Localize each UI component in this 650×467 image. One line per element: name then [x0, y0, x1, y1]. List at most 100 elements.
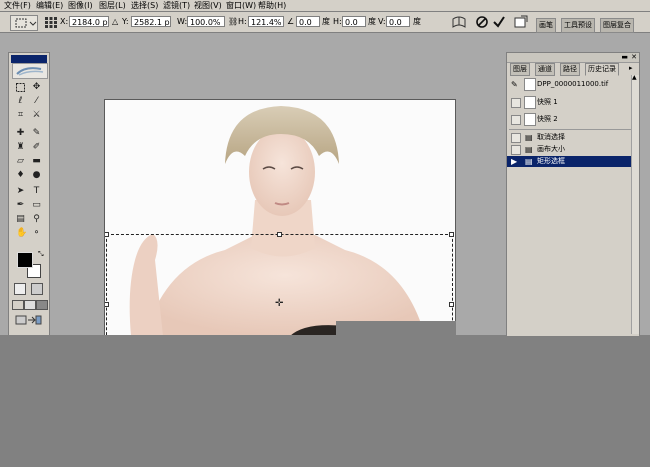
- type-tool-icon[interactable]: T: [32, 187, 41, 196]
- full-screen-mode-icon[interactable]: [36, 300, 48, 310]
- toolbox-title-bar[interactable]: [11, 55, 47, 63]
- notes-tool-icon[interactable]: ▤: [16, 215, 25, 224]
- menu-view[interactable]: 视图(V): [194, 0, 222, 11]
- cancel-transform-icon[interactable]: [475, 15, 489, 29]
- history-state-canvas-size[interactable]: ▤ 画布大小: [507, 144, 631, 155]
- h-label: H:: [238, 17, 247, 26]
- snapshot-thumbnail: [524, 78, 536, 91]
- lasso-tool-icon[interactable]: ℓ: [16, 97, 25, 106]
- commit-transform-icon[interactable]: [492, 15, 506, 29]
- warp-mode-icon[interactable]: [452, 15, 466, 29]
- zoom-tool-icon[interactable]: ⚬: [32, 229, 41, 238]
- file-browser-icon[interactable]: [513, 15, 529, 29]
- history-source-checkbox[interactable]: [511, 133, 521, 143]
- path-selection-tool-icon[interactable]: ➤: [16, 187, 25, 196]
- move-tool-icon[interactable]: ✥: [32, 83, 41, 92]
- rotation-field[interactable]: 0.0: [296, 16, 320, 27]
- palette-well-brushes[interactable]: 画笔: [536, 18, 556, 33]
- snapshot-label: 快照 2: [537, 115, 558, 123]
- full-screen-menu-mode-icon[interactable]: [24, 300, 36, 310]
- delta-icon[interactable]: △: [112, 16, 118, 28]
- transform-handle-top-left[interactable]: [105, 232, 109, 237]
- link-icon[interactable]: ⛓: [228, 16, 238, 28]
- panel-divider: [509, 129, 631, 130]
- quick-mask-mode-icon[interactable]: [31, 283, 43, 295]
- history-source-checkbox[interactable]: [511, 145, 521, 155]
- pen-tool-icon[interactable]: ✒: [16, 201, 25, 210]
- transform-tool-icon: [15, 18, 37, 28]
- transform-handle-middle-left[interactable]: [105, 302, 109, 307]
- jump-to-imageready-icon[interactable]: [14, 315, 42, 325]
- crop-tool-icon[interactable]: ⌗: [16, 111, 25, 120]
- transform-handle-top-right[interactable]: [449, 232, 454, 237]
- blur-tool-icon[interactable]: ♦: [16, 171, 25, 180]
- transform-handle-top-center[interactable]: [277, 232, 282, 237]
- history-brush-source-icon[interactable]: ✎: [511, 80, 518, 89]
- standard-mode-icon[interactable]: [14, 283, 26, 295]
- close-panel-icon[interactable]: ✕: [631, 53, 637, 61]
- menu-filter[interactable]: 滤镜(T): [163, 0, 190, 11]
- history-scrollbar[interactable]: ▲: [631, 75, 639, 334]
- magic-wand-tool-icon[interactable]: ⁄: [32, 97, 41, 106]
- marquee-tool-icon[interactable]: [16, 83, 25, 92]
- swap-colors-icon[interactable]: ⤡: [38, 250, 44, 259]
- panel-title-bar[interactable]: ▬ ✕: [507, 53, 639, 63]
- x-label: X:: [60, 17, 69, 26]
- history-source-checkbox[interactable]: [511, 115, 521, 125]
- height-scale-field[interactable]: 121.4%: [248, 16, 284, 27]
- x-position-field[interactable]: 2184.0 px: [69, 16, 109, 27]
- horizontal-skew-field[interactable]: 0.0: [342, 16, 366, 27]
- menu-bar: 文件(F) 编辑(E) 图像(I) 图层(L) 选择(S) 滤镜(T) 视图(V…: [0, 0, 650, 12]
- tab-history[interactable]: 历史记录: [585, 63, 619, 76]
- menu-edit[interactable]: 编辑(E): [36, 0, 63, 11]
- transform-center-point-icon[interactable]: ✛: [275, 299, 283, 309]
- menu-image[interactable]: 图像(I): [68, 0, 93, 11]
- state-icon: ▤: [525, 157, 533, 166]
- menu-window[interactable]: 窗口(W): [226, 0, 256, 11]
- width-scale-field[interactable]: 100.0%: [187, 16, 225, 27]
- document-canvas[interactable]: ✛: [104, 99, 456, 337]
- lower-workspace-block: [336, 321, 456, 335]
- slice-tool-icon[interactable]: ⚔: [32, 111, 41, 120]
- history-snapshot-1[interactable]: 快照 1: [507, 95, 631, 109]
- gradient-tool-icon[interactable]: ▬: [32, 157, 41, 166]
- standard-screen-mode-icon[interactable]: [12, 300, 24, 310]
- eyedropper-tool-icon[interactable]: ⚲: [32, 215, 41, 224]
- vertical-skew-field[interactable]: 0.0: [386, 16, 410, 27]
- lower-workspace: [0, 335, 650, 467]
- snapshot-thumbnail: [524, 96, 536, 109]
- current-state-marker-icon: ▶: [511, 157, 518, 166]
- menu-select[interactable]: 选择(S): [131, 0, 158, 11]
- history-state-deselect[interactable]: ▤ 取消选择: [507, 132, 631, 143]
- shape-tool-icon[interactable]: ▭: [32, 201, 41, 210]
- panel-menu-icon[interactable]: ▸: [629, 64, 633, 72]
- hand-tool-icon[interactable]: ✋: [16, 229, 27, 238]
- y-position-field[interactable]: 2582.1 px: [131, 16, 171, 27]
- transform-handle-middle-right[interactable]: [449, 302, 454, 307]
- history-state-rect-marquee[interactable]: ▶ ▤ 矩形选框: [507, 156, 631, 167]
- history-brush-tool-icon[interactable]: ✐: [32, 143, 41, 152]
- dodge-tool-icon[interactable]: ●: [32, 171, 41, 180]
- clone-stamp-tool-icon[interactable]: ♜: [16, 143, 25, 152]
- healing-brush-tool-icon[interactable]: ✚: [16, 129, 25, 138]
- history-source-checkbox[interactable]: [511, 98, 521, 108]
- brush-tool-icon[interactable]: ✎: [32, 129, 41, 138]
- menu-layer[interactable]: 图层(L): [99, 0, 126, 11]
- eraser-tool-icon[interactable]: ▱: [16, 157, 25, 166]
- tab-paths[interactable]: 路径: [560, 63, 580, 76]
- foreground-color-swatch[interactable]: [17, 252, 33, 268]
- palette-well-layer-comps[interactable]: 图层复合: [600, 18, 634, 33]
- tab-layers[interactable]: 图层: [510, 63, 530, 76]
- tool-preset-picker[interactable]: [10, 15, 38, 31]
- reference-point-icon[interactable]: [44, 15, 58, 29]
- menu-file[interactable]: 文件(F): [4, 0, 31, 11]
- palette-well-tool-presets[interactable]: 工具预设: [561, 18, 595, 33]
- menu-help[interactable]: 帮助(H): [258, 0, 286, 11]
- history-snapshot-2[interactable]: 快照 2: [507, 112, 631, 126]
- scroll-up-icon[interactable]: ▲: [632, 75, 637, 81]
- history-snapshot-row[interactable]: ✎ DPP_0000011000.tif: [507, 77, 631, 91]
- state-icon: ▤: [525, 133, 533, 142]
- adobe-online-icon[interactable]: [12, 63, 48, 79]
- minimize-panel-icon[interactable]: ▬: [621, 53, 628, 61]
- tab-channels[interactable]: 通道: [535, 63, 555, 76]
